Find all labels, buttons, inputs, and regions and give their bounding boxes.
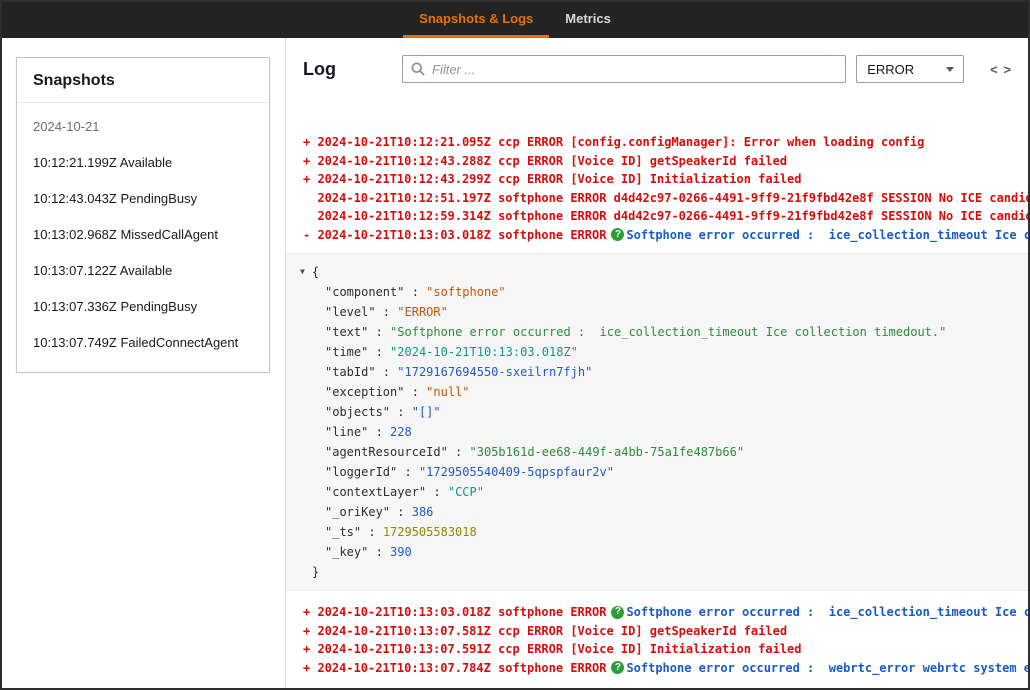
log-level-dropdown[interactable]: ERROR bbox=[856, 55, 964, 83]
log-entry[interactable]: + 2024-10-21T10:12:43.288Z ccp ERROR [Vo… bbox=[303, 152, 1028, 171]
snapshot-item[interactable]: 10:13:07.749Z FailedConnectAgent bbox=[33, 335, 253, 350]
json-open-row: ▼ { bbox=[298, 262, 1016, 282]
snapshot-item[interactable]: 10:13:07.122Z Available bbox=[33, 263, 253, 278]
filter-input[interactable] bbox=[432, 62, 837, 77]
help-icon: ? bbox=[611, 228, 624, 241]
log-panel: Log ERROR < > + 2024-10-21T10:12:21.095Z… bbox=[285, 38, 1028, 688]
json-open-brace: { bbox=[312, 262, 319, 282]
json-row: "loggerId" : "1729505540409-5qpspfaur2v" bbox=[298, 462, 1016, 482]
filter-box bbox=[402, 55, 846, 83]
snapshot-date: 2024-10-21 bbox=[33, 119, 253, 134]
snapshot-list: 2024-10-21 10:12:21.199Z Available 10:12:… bbox=[17, 103, 269, 372]
json-row: "_key" : 390 bbox=[298, 542, 1016, 562]
log-entry[interactable]: + 2024-10-21T10:13:07.591Z ccp ERROR [Vo… bbox=[303, 640, 1028, 659]
snapshots-title: Snapshots bbox=[17, 58, 269, 103]
main-content: Snapshots 2024-10-21 10:12:21.199Z Avail… bbox=[2, 38, 1028, 688]
json-row: "contextLayer" : "CCP" bbox=[298, 482, 1016, 502]
json-row: "line" : 228 bbox=[298, 422, 1016, 442]
snapshot-item[interactable]: 10:12:21.199Z Available bbox=[33, 155, 253, 170]
json-row: "tabId" : "1729167694550-sxeilrn7fjh" bbox=[298, 362, 1016, 382]
json-row: "agentResourceId" : "305b161d-ee68-449f-… bbox=[298, 442, 1016, 462]
tab-snapshots-logs[interactable]: Snapshots & Logs bbox=[403, 2, 549, 38]
json-rows: "component" : "softphone""level" : "ERRO… bbox=[298, 282, 1016, 562]
json-row: "exception" : "null" bbox=[298, 382, 1016, 402]
log-title: Log bbox=[303, 59, 336, 80]
log-header: Log ERROR < > bbox=[286, 38, 1028, 95]
json-row: "_ts" : 1729505583018 bbox=[298, 522, 1016, 542]
log-level-value: ERROR bbox=[867, 62, 914, 77]
snapshots-panel: Snapshots 2024-10-21 10:12:21.199Z Avail… bbox=[16, 57, 270, 373]
log-entry[interactable]: 2024-10-21T10:12:59.314Z softphone ERROR… bbox=[303, 207, 1028, 226]
tab-metrics[interactable]: Metrics bbox=[549, 2, 627, 38]
sidebar: Snapshots 2024-10-21 10:12:21.199Z Avail… bbox=[2, 38, 285, 688]
log-entries-bottom: + 2024-10-21T10:13:03.018Z softphone ERR… bbox=[286, 599, 1028, 677]
json-close-brace: } bbox=[298, 562, 1016, 582]
help-icon: ? bbox=[611, 606, 624, 619]
top-nav: Snapshots & Logs Metrics bbox=[2, 2, 1028, 38]
expand-panel-icon[interactable]: < > bbox=[990, 62, 1012, 77]
snapshot-item[interactable]: 10:13:07.336Z PendingBusy bbox=[33, 299, 253, 314]
json-row: "component" : "softphone" bbox=[298, 282, 1016, 302]
help-icon: ? bbox=[611, 661, 624, 674]
json-row: "text" : "Softphone error occurred : ice… bbox=[298, 322, 1016, 342]
log-entry[interactable]: + 2024-10-21T10:12:43.299Z ccp ERROR [Vo… bbox=[303, 170, 1028, 189]
log-entry[interactable]: + 2024-10-21T10:13:07.581Z ccp ERROR [Vo… bbox=[303, 622, 1028, 641]
json-row: "_oriKey" : 386 bbox=[298, 502, 1016, 522]
json-row: "level" : "ERROR" bbox=[298, 302, 1016, 322]
chevron-down-icon bbox=[946, 67, 954, 72]
log-entry[interactable]: + 2024-10-21T10:13:07.784Z softphone ERR… bbox=[303, 659, 1028, 678]
log-entry[interactable]: - 2024-10-21T10:13:03.018Z softphone ERR… bbox=[303, 226, 1028, 245]
log-entry[interactable]: 2024-10-21T10:12:51.197Z softphone ERROR… bbox=[303, 189, 1028, 208]
json-row: "objects" : "[]" bbox=[298, 402, 1016, 422]
search-icon bbox=[411, 62, 425, 76]
log-entry[interactable]: + 2024-10-21T10:12:21.095Z ccp ERROR [co… bbox=[303, 133, 1028, 152]
collapse-toggle-icon[interactable]: ▼ bbox=[300, 262, 305, 282]
json-row: "time" : "2024-10-21T10:13:03.018Z" bbox=[298, 342, 1016, 362]
log-entries-top: + 2024-10-21T10:12:21.095Z ccp ERROR [co… bbox=[286, 95, 1028, 244]
log-entry[interactable]: + 2024-10-21T10:13:03.018Z softphone ERR… bbox=[303, 603, 1028, 622]
log-detail-json: ▼ { "component" : "softphone""level" : "… bbox=[286, 253, 1028, 591]
snapshot-item[interactable]: 10:12:43.043Z PendingBusy bbox=[33, 191, 253, 206]
app-window: Snapshots & Logs Metrics Snapshots 2024-… bbox=[0, 0, 1030, 690]
snapshot-item[interactable]: 10:13:02.968Z MissedCallAgent bbox=[33, 227, 253, 242]
